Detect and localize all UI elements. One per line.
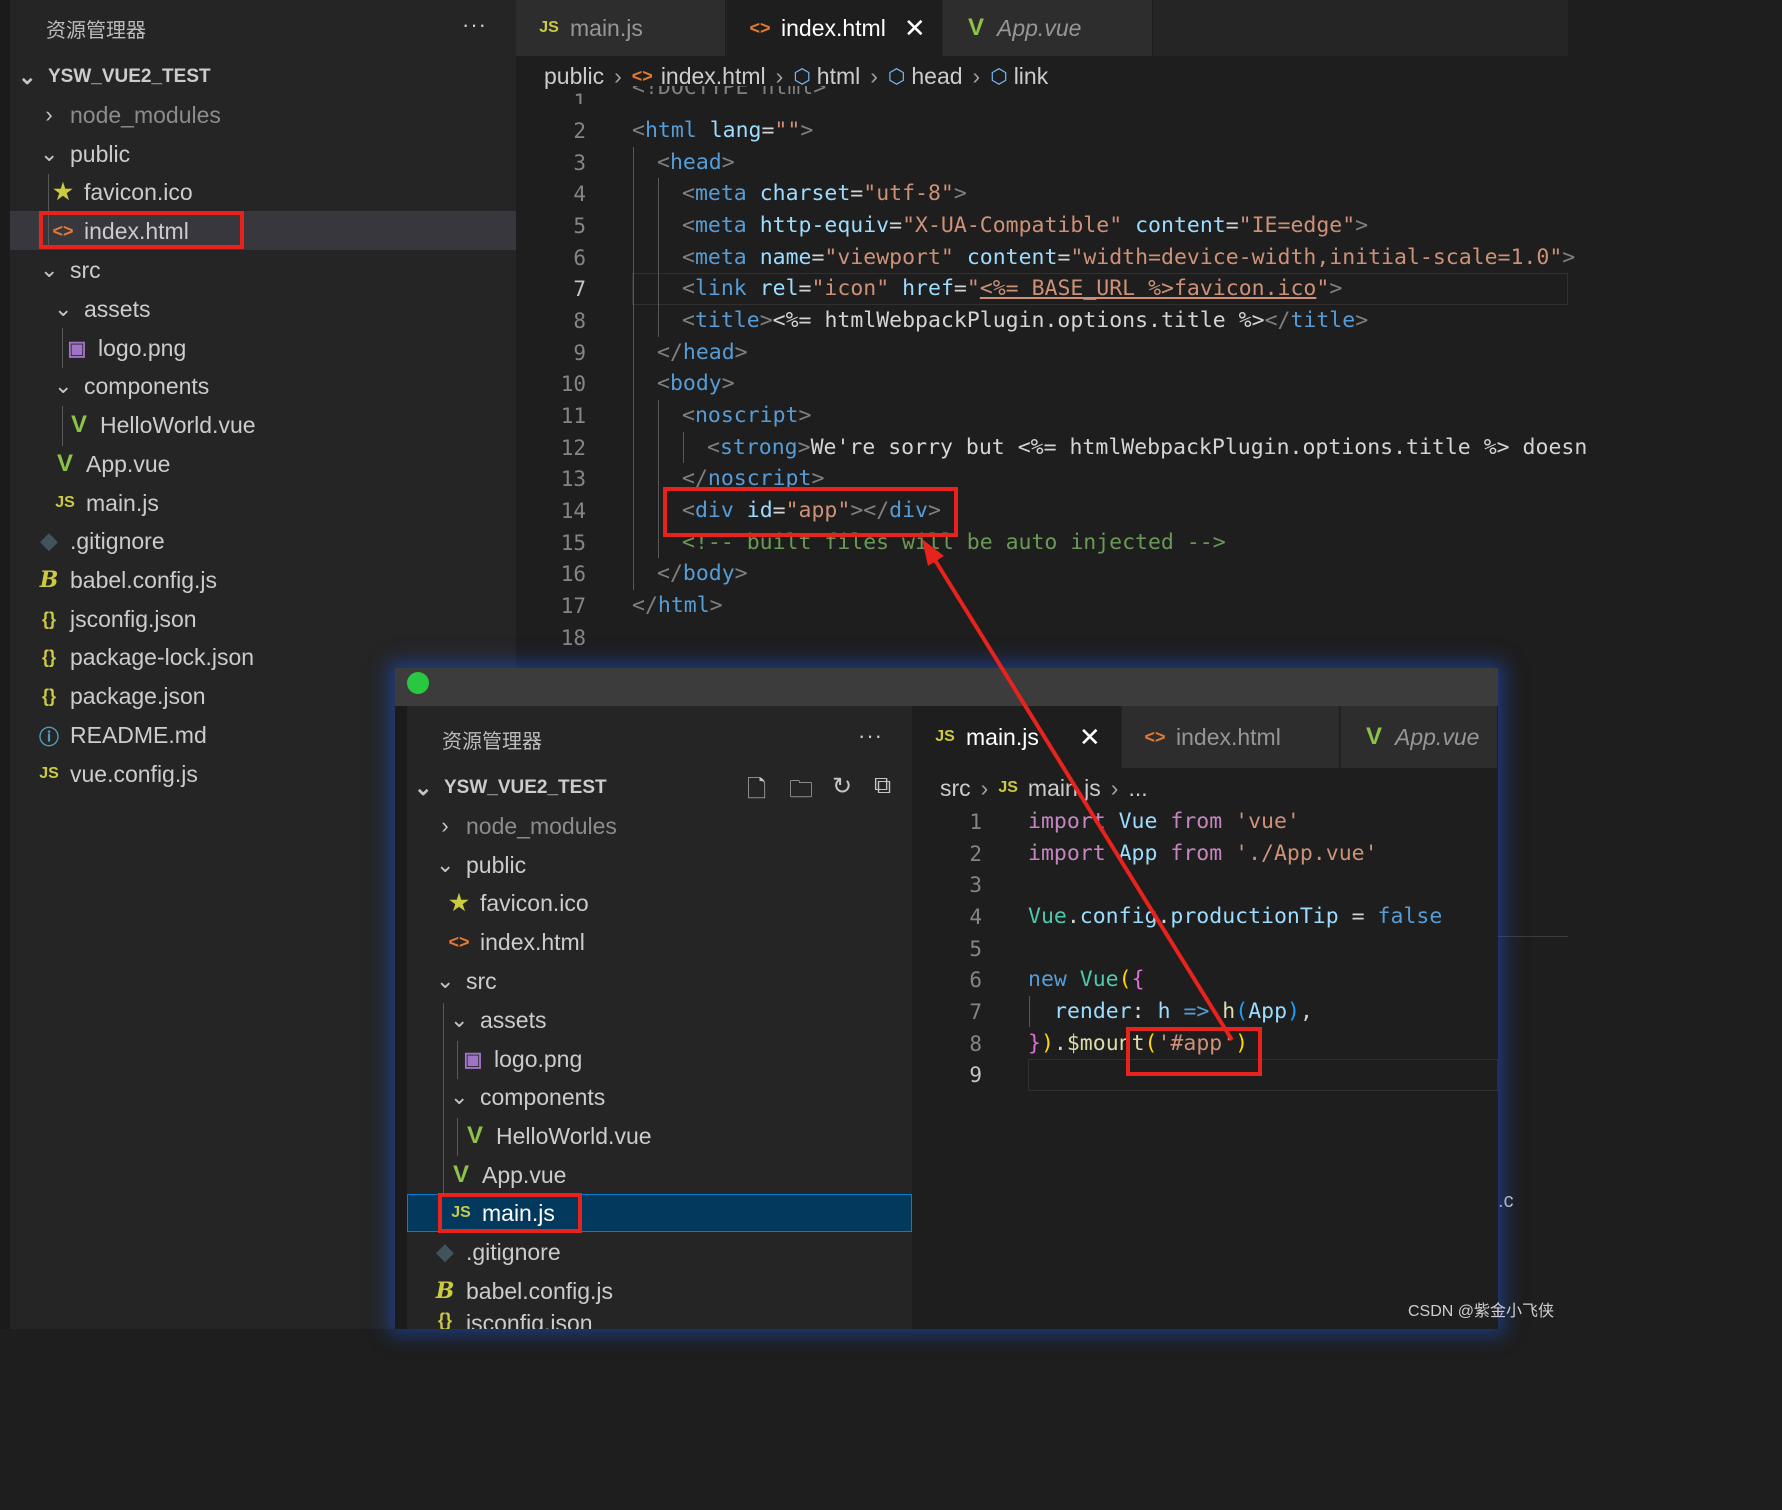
arrow-line bbox=[928, 550, 1234, 1042]
annotation-arrow bbox=[922, 539, 1234, 1042]
arrow-head-icon bbox=[922, 539, 944, 566]
watermark: CSDN @紫金小飞侠 bbox=[1407, 1303, 1554, 1320]
